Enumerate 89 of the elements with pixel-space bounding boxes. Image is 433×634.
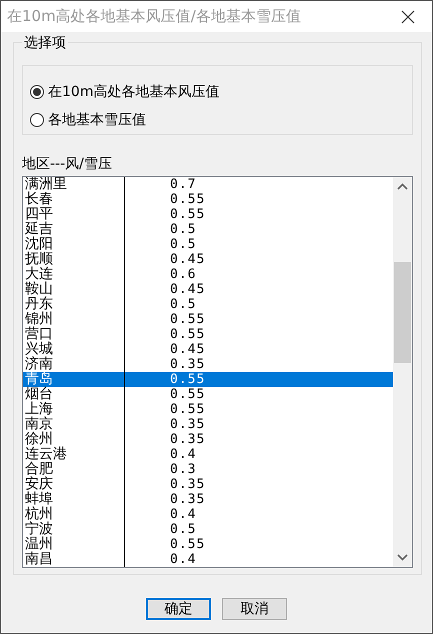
- list-row[interactable]: 沈阳 0.5: [23, 237, 393, 252]
- region-name: 营口: [24, 327, 54, 342]
- list-row[interactable]: 徐州 0.35: [23, 432, 393, 447]
- pressure-value: 0.55: [169, 327, 206, 342]
- scroll-up-icon[interactable]: [397, 183, 408, 190]
- radio-button[interactable]: [30, 113, 44, 127]
- region-name: 合肥: [24, 462, 54, 477]
- pressure-value: 0.4: [169, 507, 196, 522]
- region-name: 锦州: [24, 312, 54, 327]
- region-name: 烟台: [24, 387, 54, 402]
- scroll-down-icon[interactable]: [397, 554, 408, 561]
- list-row[interactable]: 抚顺 0.45: [23, 252, 393, 267]
- list-row[interactable]: 大连 0.6: [23, 267, 393, 282]
- list-row[interactable]: 安庆 0.35: [23, 477, 393, 492]
- region-name: 兴城: [24, 342, 54, 357]
- pressure-value: 0.35: [169, 417, 206, 432]
- region-name: 南昌: [24, 552, 54, 567]
- region-name: 上海: [24, 402, 54, 417]
- list-row[interactable]: 兴城 0.45: [23, 342, 393, 357]
- radio-label[interactable]: 在10m高处各地基本风压值: [48, 83, 220, 101]
- pressure-value: 0.55: [169, 387, 206, 402]
- pressure-value: 0.5: [169, 297, 196, 312]
- radio-label[interactable]: 各地基本雪压值: [48, 111, 146, 129]
- list-row[interactable]: 蚌埠 0.35: [23, 492, 393, 507]
- dialog-button[interactable]: 取消: [222, 598, 287, 620]
- pressure-value: 0.5: [169, 237, 196, 252]
- pressure-value: 0.4: [169, 447, 196, 462]
- pressure-value: 0.3: [169, 462, 196, 477]
- region-name: 安庆: [24, 477, 54, 492]
- list-row[interactable]: 青岛 0.55: [23, 372, 393, 387]
- region-name: 连云港: [24, 447, 68, 462]
- region-name: 蚌埠: [24, 492, 54, 507]
- list-row[interactable]: 合肥 0.3: [23, 462, 393, 477]
- list-label: 地区---风/雪压: [22, 155, 113, 173]
- region-name: 延吉: [24, 222, 54, 237]
- list-row[interactable]: 鞍山 0.45: [23, 282, 393, 297]
- pressure-value: 0.35: [169, 477, 206, 492]
- pressure-value: 0.55: [169, 312, 206, 327]
- window-title: 在10m高处各地基本风压值/各地基本雪压值: [7, 7, 301, 26]
- pressure-value: 0.55: [169, 207, 206, 222]
- pressure-value: 0.45: [169, 282, 206, 297]
- radio-button[interactable]: [30, 85, 44, 99]
- region-name: 青岛: [24, 372, 54, 387]
- list-row[interactable]: 锦州 0.55: [23, 312, 393, 327]
- list-row[interactable]: 济南 0.35: [23, 357, 393, 372]
- region-name: 长春: [24, 192, 54, 207]
- list-row[interactable]: 连云港 0.4: [23, 447, 393, 462]
- pressure-value: 0.6: [169, 267, 196, 282]
- region-name: 温州: [24, 537, 54, 552]
- close-icon[interactable]: [401, 10, 415, 24]
- region-name: 南京: [24, 417, 54, 432]
- pressure-value: 0.35: [169, 492, 206, 507]
- list-row[interactable]: 宁波 0.5: [23, 522, 393, 537]
- pressure-value: 0.55: [169, 402, 206, 417]
- pressure-value: 0.5: [169, 222, 196, 237]
- region-name: 济南: [24, 357, 54, 372]
- list-row[interactable]: 烟台 0.55: [23, 387, 393, 402]
- region-name: 丹东: [24, 297, 54, 312]
- pressure-value: 0.55: [169, 192, 206, 207]
- region-name: 抚顺: [24, 252, 54, 267]
- pressure-value: 0.35: [169, 432, 206, 447]
- region-name: 大连: [24, 267, 54, 282]
- group-title: 选择项: [22, 34, 68, 52]
- pressure-value: 0.4: [169, 552, 196, 567]
- list-row[interactable]: 延吉 0.5: [23, 222, 393, 237]
- list-row[interactable]: 上海 0.55: [23, 402, 393, 417]
- region-name: 沈阳: [24, 237, 54, 252]
- pressure-value: 0.45: [169, 342, 206, 357]
- list-row[interactable]: 南京 0.35: [23, 417, 393, 432]
- list-row[interactable]: 长春 0.55: [23, 192, 393, 207]
- region-name: 宁波: [24, 522, 54, 537]
- pressure-value: 0.35: [169, 357, 206, 372]
- region-name: 四平: [24, 207, 54, 222]
- pressure-value: 0.55: [169, 537, 206, 552]
- region-name: 杭州: [24, 507, 54, 522]
- list-row[interactable]: 营口 0.55: [23, 327, 393, 342]
- dialog-button[interactable]: 确定: [146, 598, 211, 620]
- pressure-value: 0.45: [169, 252, 206, 267]
- list-row[interactable]: 温州 0.55: [23, 537, 393, 552]
- region-name: 徐州: [24, 432, 53, 447]
- list-row[interactable]: 四平 0.55: [23, 207, 393, 222]
- pressure-value: 0.55: [169, 372, 206, 387]
- list-row[interactable]: 丹东 0.5: [23, 297, 393, 312]
- pressure-value: 0.5: [169, 522, 196, 537]
- pressure-value: 0.7: [169, 177, 196, 192]
- scrollbar-thumb[interactable]: [394, 262, 411, 363]
- list-row[interactable]: 杭州 0.4: [23, 507, 393, 522]
- list-row[interactable]: 南昌 0.4: [23, 552, 393, 567]
- region-name: 鞍山: [24, 282, 54, 297]
